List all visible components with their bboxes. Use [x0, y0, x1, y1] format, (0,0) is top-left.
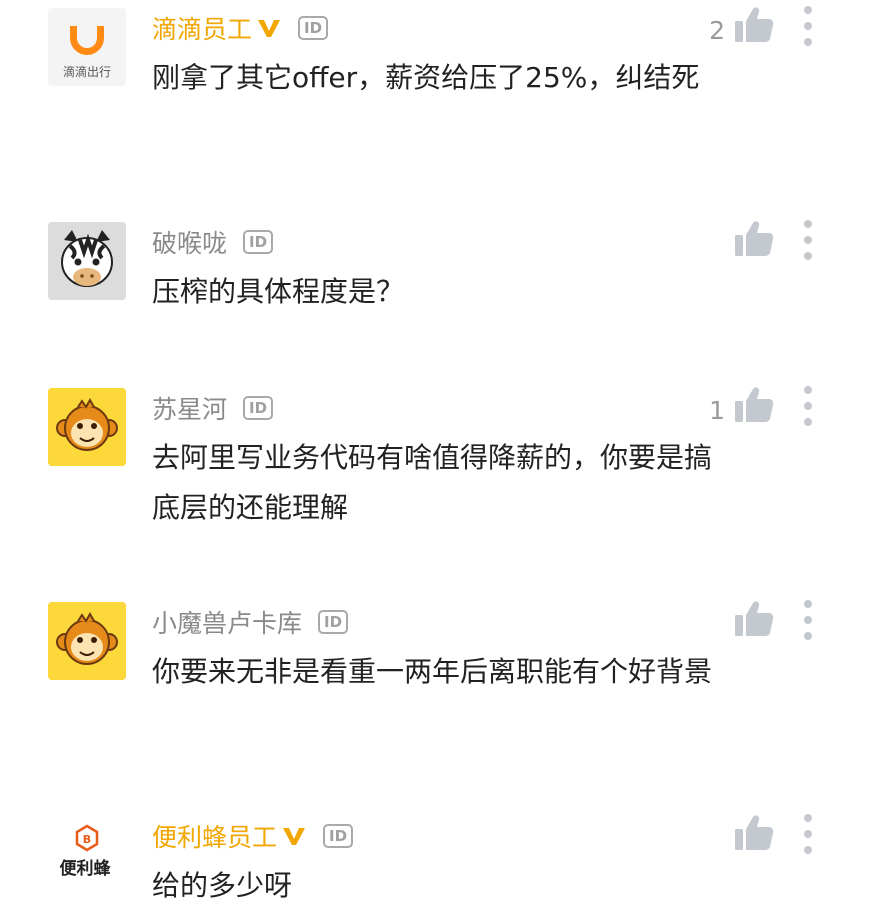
id-badge[interactable]: ID: [243, 230, 274, 254]
thumbs-up-icon[interactable]: [733, 384, 775, 426]
monkey-avatar-icon: [48, 602, 126, 680]
comment-text: 压榨的具体程度是？: [152, 275, 405, 308]
didi-logo-icon: 滴滴出行: [48, 8, 126, 86]
author-row: 便利蜂员工 ID: [152, 816, 354, 856]
avatar-caption: 便利蜂: [60, 858, 112, 879]
more-vertical-icon[interactable]: [798, 218, 818, 262]
monkey-avatar-icon: [48, 388, 126, 466]
verified-v-icon: [283, 828, 306, 845]
more-vertical-icon[interactable]: [798, 384, 818, 428]
more-vertical-icon[interactable]: [798, 598, 818, 642]
thumbs-up-icon[interactable]: [733, 218, 775, 260]
more-vertical-icon[interactable]: [798, 4, 818, 48]
id-badge[interactable]: ID: [243, 396, 274, 420]
comment-text: 刚拿了其它offer，薪资给压了25%，纠结死: [152, 61, 700, 94]
more-vertical-icon[interactable]: [798, 812, 818, 856]
author-row: 小魔兽卢卡库 ID: [152, 602, 349, 642]
id-badge[interactable]: ID: [318, 610, 349, 634]
id-badge[interactable]: ID: [323, 824, 354, 848]
comment-text: 去阿里写业务代码有啥值得降薪的，你要是搞底层的还能理解: [152, 441, 713, 524]
bianlifeng-logo-icon: B 便利蜂: [48, 816, 126, 894]
author-name[interactable]: 滴滴员工: [152, 10, 252, 46]
avatar-caption: 滴滴出行: [63, 64, 111, 79]
comment-text: 给的多少呀: [152, 869, 293, 902]
verified-v-icon: [258, 20, 281, 37]
author-name[interactable]: 便利蜂员工: [152, 818, 277, 854]
like-count: 1: [709, 396, 725, 425]
thumbs-up-icon[interactable]: [733, 598, 775, 640]
like-count: 2: [709, 16, 725, 45]
thumbs-up-icon[interactable]: [733, 812, 775, 854]
author-row: 破喉咙 ID: [152, 222, 274, 262]
avatar[interactable]: [48, 222, 126, 300]
svg-text:B: B: [83, 833, 91, 846]
avatar[interactable]: 滴滴出行: [48, 8, 126, 86]
comment-text: 你要来无非是看重一两年后离职能有个好背景: [152, 655, 713, 688]
author-name[interactable]: 小魔兽卢卡库: [152, 604, 302, 640]
avatar[interactable]: B 便利蜂: [48, 816, 126, 894]
author-name[interactable]: 苏星河: [152, 390, 227, 426]
zebra-avatar-icon: [48, 222, 126, 300]
avatar[interactable]: [48, 388, 126, 466]
avatar[interactable]: [48, 602, 126, 680]
author-row: 滴滴员工 ID: [152, 8, 329, 48]
thumbs-up-icon[interactable]: [733, 4, 775, 46]
author-name[interactable]: 破喉咙: [152, 224, 227, 260]
author-row: 苏星河 ID: [152, 388, 274, 428]
id-badge[interactable]: ID: [298, 16, 329, 40]
